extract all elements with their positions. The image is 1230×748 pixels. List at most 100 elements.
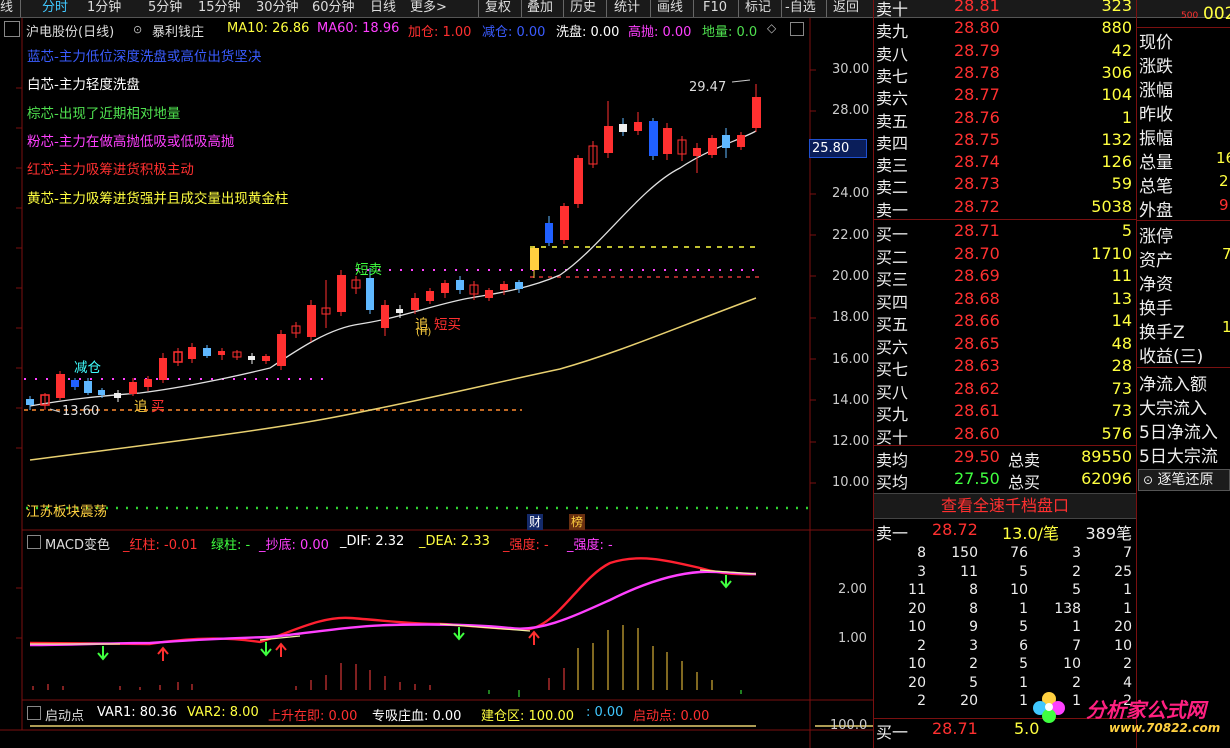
tab-60min[interactable]: 60分钟 (312, 0, 355, 17)
tab-timeshare[interactable]: 分时 (42, 0, 68, 17)
stat-label: 昨收 (1139, 105, 1173, 125)
tab-more[interactable]: 更多> (410, 0, 447, 17)
level-price: 28.75 (954, 129, 1000, 149)
ma60-line (29, 297, 757, 461)
sell-level-row[interactable]: 卖三 28.74 126 (874, 152, 1136, 175)
badge-finance[interactable]: 财 (527, 514, 543, 530)
buy-level-row[interactable]: 买十 28.60 576 (874, 424, 1136, 447)
macd-panel-toggle-icon[interactable] (27, 535, 41, 549)
tab-15min[interactable]: 15分钟 (198, 0, 241, 17)
sell-level-row[interactable]: 卖八 28.79 42 (874, 41, 1136, 64)
level-volume: 104 (1101, 85, 1132, 105)
badge-list[interactable]: 榜 (569, 514, 585, 530)
btn-f10[interactable]: F10 (703, 0, 727, 17)
tick-queue-row: 10 9 5 1 20 (874, 619, 1136, 637)
view-full-depth-button[interactable]: 查看全速千档盘口 (874, 493, 1136, 519)
level-price: 28.74 (954, 152, 1000, 172)
btn-overlay[interactable]: 叠加 (527, 0, 553, 17)
toolbar-item-line[interactable]: 线 (0, 0, 13, 17)
bottom-title[interactable]: 启动点 (45, 705, 84, 724)
tick-queue-row: 11 8 10 5 1 (874, 582, 1136, 600)
sell-level-row[interactable]: 卖六 28.77 104 (874, 85, 1136, 108)
stat-label: 外盘 (1139, 201, 1173, 221)
sell-level-row[interactable]: 卖四 28.75 132 (874, 129, 1136, 153)
sell-level-row[interactable]: 卖五 28.76 1 (874, 108, 1136, 131)
level-volume: 73 (1111, 401, 1132, 420)
btn-back[interactable]: 返回 (833, 0, 859, 17)
level-volume: 5 (1121, 221, 1132, 240)
tab-daily[interactable]: 日线 (370, 0, 396, 17)
sell1-detail-row: 卖一 28.72 13.0/笔 389笔 (874, 520, 1136, 543)
right-small-code: 500 (1181, 11, 1199, 21)
watermark-url: www.70822.com (1109, 721, 1221, 735)
toolbar-divider (521, 0, 522, 17)
total-buy-value: 62096 (1081, 469, 1132, 488)
sell-level-row[interactable]: 卖七 28.78 306 (874, 62, 1136, 86)
tick-queue-cell: 2 (1072, 674, 1081, 691)
btn-watchlist[interactable]: -自选 (785, 0, 816, 17)
buy-level-row[interactable]: 买二 28.70 1710 (874, 244, 1136, 267)
tick-queue-cell: 8 (917, 545, 926, 561)
annotation-zhui: 追 (134, 399, 148, 415)
buy-level-row[interactable]: 买一 28.71 5 (874, 221, 1136, 244)
bottom-colon-val: : 0.00 (586, 705, 624, 720)
right-panel-border (1136, 0, 1137, 748)
sell-level-row[interactable]: 卖十 28.81 323 (874, 0, 1136, 19)
level-label: 卖四 (876, 133, 909, 153)
level-volume: 306 (1101, 62, 1132, 82)
tick-queue-cell: 150 (951, 545, 978, 561)
buy-level-row[interactable]: 买三 28.69 11 (874, 266, 1136, 289)
toolbar-divider (781, 0, 782, 17)
btn-stats[interactable]: 统计 (614, 0, 640, 17)
tick-queue-cell: 8 (969, 582, 978, 598)
axis-label: 10.00 (832, 475, 870, 490)
annotation-mai: 买 (151, 399, 165, 415)
stat-label: 资产 (1139, 251, 1173, 271)
macd-qiangdu1: _强度: - (503, 538, 549, 553)
btn-draw[interactable]: 画线 (657, 0, 683, 17)
annotation-short-buy: 短买 (434, 317, 461, 333)
tab-5min[interactable]: 5分钟 (148, 0, 182, 17)
btn-mark[interactable]: 标记 (745, 0, 771, 17)
buy-level-row[interactable]: 买八 28.62 73 (874, 379, 1136, 402)
tick-queue-cell: 20 (1114, 619, 1132, 635)
stat-label: 净流入额 (1139, 375, 1207, 395)
tick-replay-button[interactable]: ⊙ 逐笔还原 (1138, 469, 1230, 491)
macd-axis-label: 2.00 (838, 582, 867, 597)
buy-level-row[interactable]: 买九 28.61 73 (874, 401, 1136, 424)
tick-queue-cell: 2 (969, 656, 978, 672)
macd-title[interactable]: MACD变色 (45, 534, 110, 553)
level-price: 28.68 (954, 288, 1000, 308)
low-price-note: 13.60 (62, 404, 100, 419)
sell1-trade-count: 389笔 (1085, 524, 1132, 543)
avg-sell-row: 卖均 29.50 总卖 89550 (874, 447, 1136, 470)
sell-level-row[interactable]: 卖二 28.73 59 (874, 174, 1136, 197)
stat-label: 总笔 (1139, 177, 1173, 197)
tick-queue-cell: 8 (969, 600, 978, 617)
level-price: 28.71 (954, 221, 1000, 240)
buy-level-row[interactable]: 买四 28.68 13 (874, 288, 1136, 312)
buy-level-row[interactable]: 买五 28.66 14 (874, 311, 1136, 334)
candlesticks (26, 84, 761, 410)
bottom-panel-toggle-icon[interactable] (27, 706, 41, 720)
tick-queue-cell: 10 (908, 619, 926, 635)
level-volume: 59 (1111, 174, 1132, 194)
axis-label: 28.00 (832, 103, 870, 118)
tick-queue-cell: 6 (1019, 637, 1028, 654)
tab-1min[interactable]: 1分钟 (87, 0, 121, 17)
buy-level-row[interactable]: 买六 28.65 48 (874, 334, 1136, 357)
btn-adjust[interactable]: 复权 (485, 0, 511, 17)
level-volume: 880 (1101, 18, 1132, 38)
tab-30min[interactable]: 30分钟 (256, 0, 299, 17)
sell-level-row[interactable]: 卖一 28.72 5038 (874, 197, 1136, 220)
sell-level-row[interactable]: 卖九 28.80 880 (874, 18, 1136, 41)
level-volume: 323 (1101, 0, 1132, 15)
tick-queue-cell: 5 (969, 674, 978, 691)
tick-queue-cell: 7 (1072, 637, 1081, 654)
buy-level-row[interactable]: 买七 28.63 28 (874, 356, 1136, 379)
level-label: 卖七 (876, 66, 909, 86)
chart-canvas[interactable] (0, 18, 874, 748)
watermark-logo-icon (1032, 690, 1066, 724)
btn-history[interactable]: 历史 (570, 0, 596, 17)
tick-queue-cell: 5 (1072, 582, 1081, 598)
